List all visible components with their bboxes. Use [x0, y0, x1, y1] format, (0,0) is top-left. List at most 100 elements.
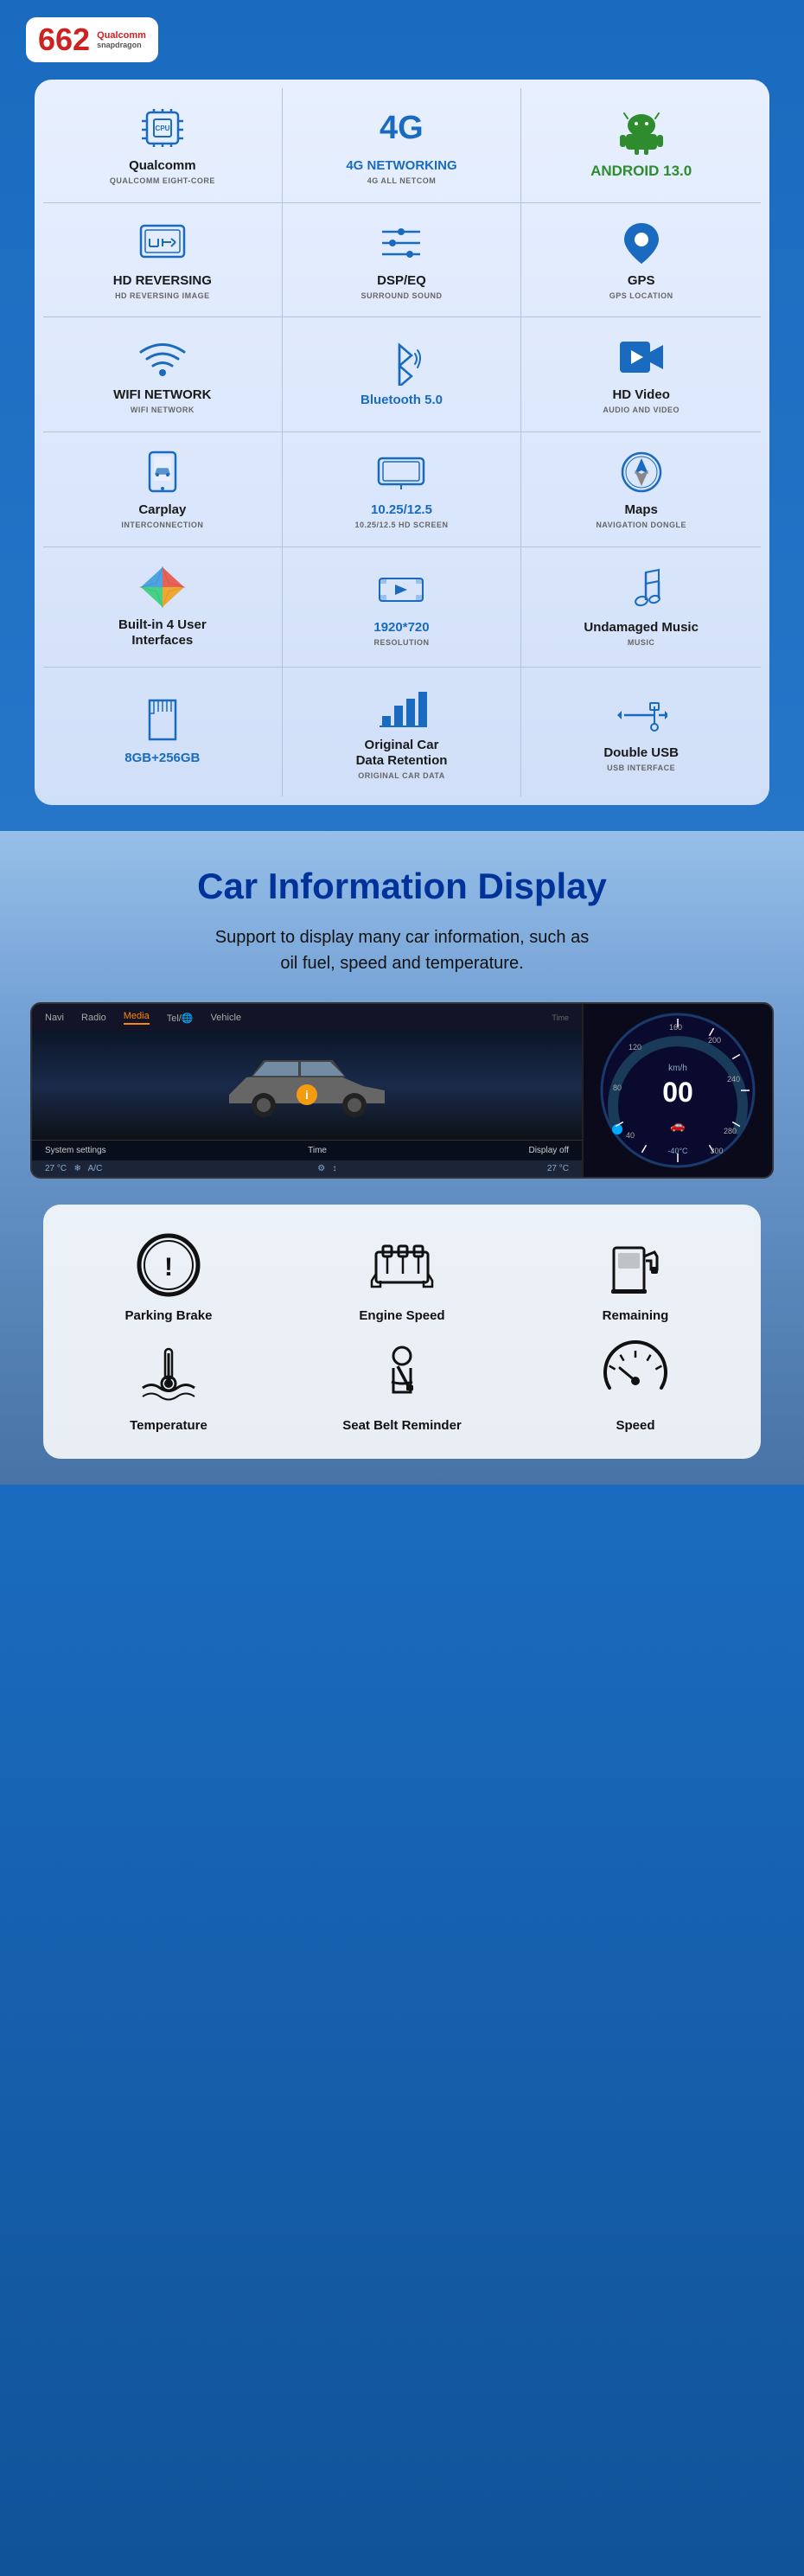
- car-icons-card: ! Parking Brake: [43, 1205, 761, 1459]
- svg-text:300: 300: [710, 1147, 723, 1155]
- android-icon: [616, 108, 667, 156]
- dashboard-nav: Navi Radio Media Tel/🌐 Vehicle Time: [32, 1004, 582, 1032]
- engine-speed-item: Engine Speed: [294, 1230, 510, 1323]
- seat-belt-label: Seat Belt Reminder: [342, 1418, 462, 1433]
- carplay-icon: [137, 448, 188, 495]
- engine-speed-label: Engine Speed: [359, 1308, 444, 1323]
- features-card: CPU Qualcomm QUALCOMM EIGHT-CORE 4G 4G N…: [35, 80, 769, 805]
- cpu-icon: CPU: [137, 104, 188, 151]
- feature-dsp-title: DSP/EQ: [377, 273, 426, 289]
- temperature-label: Temperature: [130, 1418, 207, 1433]
- feature-4g-subtitle: 4G ALL NETCOM: [367, 176, 437, 187]
- feature-resolution-subtitle: Resolution: [373, 638, 429, 649]
- feature-music-title: Undamaged Music: [584, 620, 699, 636]
- feature-car-data-subtitle: ORIGINAL CAR DATA: [358, 771, 445, 782]
- feature-maps: Maps NAVIGATION DONGLE: [521, 432, 761, 547]
- feature-car-data-title: Original Car Data Retention: [356, 738, 448, 769]
- feature-screen-subtitle: 10.25/12.5 HD SCREEN: [354, 521, 448, 531]
- feature-ui4-title: Built-in 4 User Interfaces: [118, 617, 207, 649]
- feature-bluetooth-title: Bluetooth 5.0: [361, 393, 443, 408]
- dsp-icon: [375, 219, 427, 266]
- feature-storage: 8GB+256GB: [43, 668, 283, 797]
- svg-text:00: 00: [662, 1077, 693, 1108]
- feature-hd-reversing-title: HD REVERSING: [113, 273, 212, 289]
- qualcomm-badge: 662 Qualcomm snapdragon: [26, 17, 158, 62]
- feature-maps-subtitle: NAVIGATION DONGLE: [596, 521, 686, 531]
- wifi-icon: [137, 333, 188, 380]
- svg-text:km/h: km/h: [668, 1064, 687, 1073]
- temperature-icon: [134, 1340, 203, 1409]
- car-info-title: Car Information Display: [26, 866, 778, 907]
- feature-hd-reversing: HD REVERSING HD REVERSING IMAGE: [43, 203, 283, 318]
- feature-4g: 4G 4G NETWORKING 4G ALL NETCOM: [283, 88, 522, 203]
- nav-time: Time: [258, 1013, 569, 1022]
- feature-maps-title: Maps: [624, 502, 657, 518]
- ui4-icon: [137, 563, 188, 610]
- other-controls: ⚙ ↕: [317, 1164, 336, 1173]
- usb-icon: [616, 691, 667, 738]
- parking-brake-icon: !: [134, 1230, 203, 1300]
- display-off[interactable]: Display off: [528, 1146, 569, 1155]
- car-info-description: Support to display many car information,…: [26, 924, 778, 976]
- feature-hd-video-title: HD Video: [612, 387, 669, 403]
- svg-text:240: 240: [727, 1075, 740, 1083]
- screen-icon: [375, 448, 427, 495]
- feature-user-interfaces: Built-in 4 User Interfaces: [43, 547, 283, 668]
- temp-right: 27 °C: [547, 1164, 569, 1173]
- storage-icon: [137, 696, 188, 744]
- system-settings[interactable]: System settings: [45, 1146, 106, 1155]
- dashboard-controls: System settings Time Display off: [32, 1140, 582, 1160]
- feature-bluetooth: Bluetooth 5.0: [283, 317, 522, 432]
- badge-brand: Qualcomm: [97, 30, 146, 41]
- feature-wifi-subtitle: WIFI NETWORK: [131, 406, 195, 416]
- feature-qualcomm-subtitle: QUALCOMM EIGHT-CORE: [110, 176, 215, 187]
- feature-carplay-subtitle: INTERCONNECTION: [121, 521, 203, 531]
- badge-text: Qualcomm snapdragon: [97, 30, 146, 49]
- feature-wifi: WIFI NETWORK WIFI NETWORK: [43, 317, 283, 432]
- gps-icon: [616, 219, 667, 266]
- nav-vehicle: Vehicle: [211, 1013, 241, 1023]
- feature-wifi-title: WIFI NETWORK: [113, 387, 211, 403]
- car-visual: i: [220, 1047, 393, 1125]
- svg-text:CPU: CPU: [155, 125, 169, 132]
- nav-tel: Tel/🌐: [167, 1013, 194, 1024]
- feature-music-subtitle: MUSIC: [628, 638, 655, 649]
- feature-car-data: Original Car Data Retention ORIGINAL CAR…: [283, 668, 522, 797]
- bluetooth-icon: [375, 338, 427, 386]
- svg-text:80: 80: [613, 1083, 622, 1092]
- hd-video-icon: [616, 333, 667, 380]
- hd-reversing-icon: [137, 219, 188, 266]
- svg-text:120: 120: [629, 1043, 641, 1051]
- car-data-icon: [375, 683, 427, 731]
- feature-usb-subtitle: USB INTERFACE: [607, 764, 675, 774]
- feature-gps: GPS GPS LOCATION: [521, 203, 761, 318]
- svg-text:280: 280: [724, 1127, 737, 1135]
- dashboard-car-visual: i: [32, 1032, 582, 1140]
- feature-storage-title: 8GB+256GB: [124, 751, 200, 766]
- time-control[interactable]: Time: [308, 1146, 327, 1155]
- temp-left: 27 °C ❄ A/C: [45, 1164, 107, 1173]
- feature-dsp: DSP/EQ SURROUND SOUND: [283, 203, 522, 318]
- svg-text:🚗: 🚗: [670, 1118, 685, 1133]
- feature-usb-title: Double USB: [603, 745, 679, 761]
- feature-hd-reversing-subtitle: HD REVERSING IMAGE: [115, 291, 210, 302]
- remaining-item: Remaining: [527, 1230, 743, 1323]
- nav-radio: Radio: [81, 1013, 106, 1023]
- svg-text:4G: 4G: [380, 110, 424, 146]
- feature-resolution: 1920*720 Resolution: [283, 547, 522, 668]
- feature-screen-size: 10.25/12.5 10.25/12.5 HD SCREEN: [283, 432, 522, 547]
- car-icons-grid: ! Parking Brake: [61, 1230, 743, 1433]
- engine-speed-icon: [367, 1230, 437, 1300]
- svg-text:i: i: [305, 1088, 309, 1102]
- nav-media[interactable]: Media: [124, 1011, 150, 1025]
- speed-icon: [601, 1340, 670, 1409]
- feature-gps-subtitle: GPS LOCATION: [609, 291, 673, 302]
- temp-bar: 27 °C ❄ A/C ⚙ ↕ 27 °C: [32, 1160, 582, 1177]
- svg-text:!: !: [164, 1253, 173, 1282]
- music-icon: [616, 566, 667, 613]
- nav-navi: Navi: [45, 1013, 64, 1023]
- car-info-section: Car Information Display Support to displ…: [0, 831, 804, 1485]
- badge-number: 662: [38, 24, 90, 55]
- feature-music: Undamaged Music MUSIC: [521, 547, 761, 668]
- feature-gps-title: GPS: [628, 273, 655, 289]
